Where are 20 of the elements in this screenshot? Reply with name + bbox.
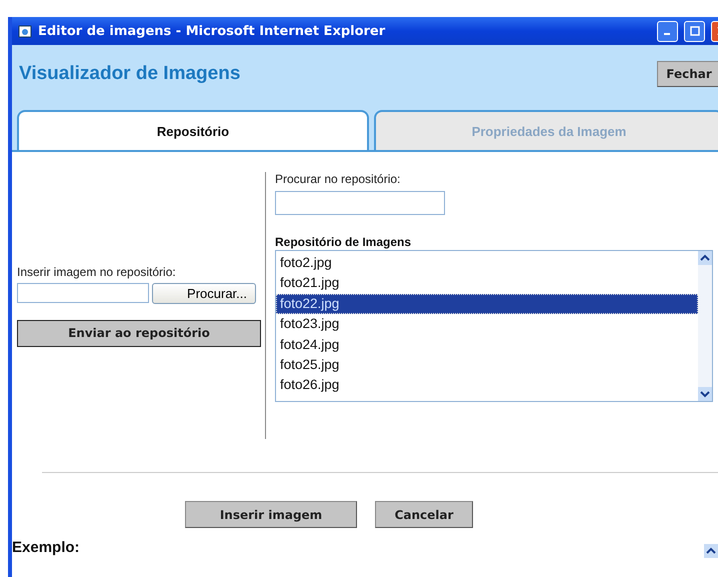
list-item[interactable]: foto2.jpg xyxy=(276,253,698,274)
list-item[interactable]: foto26.jpg xyxy=(276,375,698,396)
window-title: Editor de imagens - Microsoft Internet Explorer xyxy=(38,24,386,38)
image-list[interactable]: foto2.jpg foto21.jpg foto22.jpg foto23.jpg foto24.jpg foto25.jpg foto26.jpg xyxy=(275,250,713,402)
list-item[interactable]: foto24.jpg xyxy=(276,334,698,356)
insert-button[interactable]: Inserir imagem xyxy=(185,501,357,528)
list-item[interactable]: foto22.jpg xyxy=(276,294,698,314)
list-item[interactable]: foto25.jpg xyxy=(276,355,698,376)
tab[interactable]: Repositório xyxy=(17,110,369,150)
list-title: Repositório de Imagens xyxy=(275,235,412,249)
send-button[interactable]: Enviar ao repositório xyxy=(17,320,261,346)
cancel-button[interactable]: Cancelar xyxy=(375,501,473,528)
upload-label: Inserir imagem no repositório: xyxy=(17,264,177,278)
browse-button[interactable]: Procurar... xyxy=(152,282,256,304)
list-item[interactable]: foto23.jpg xyxy=(276,314,698,335)
search-label: Procurar no repositório: xyxy=(275,172,402,186)
close-button[interactable]: Fechar xyxy=(657,61,718,87)
example-label: Exemplo: xyxy=(12,539,80,556)
page-title: Visualizador de Imagens xyxy=(19,63,240,85)
list-item[interactable]: foto21.jpg xyxy=(276,273,698,294)
